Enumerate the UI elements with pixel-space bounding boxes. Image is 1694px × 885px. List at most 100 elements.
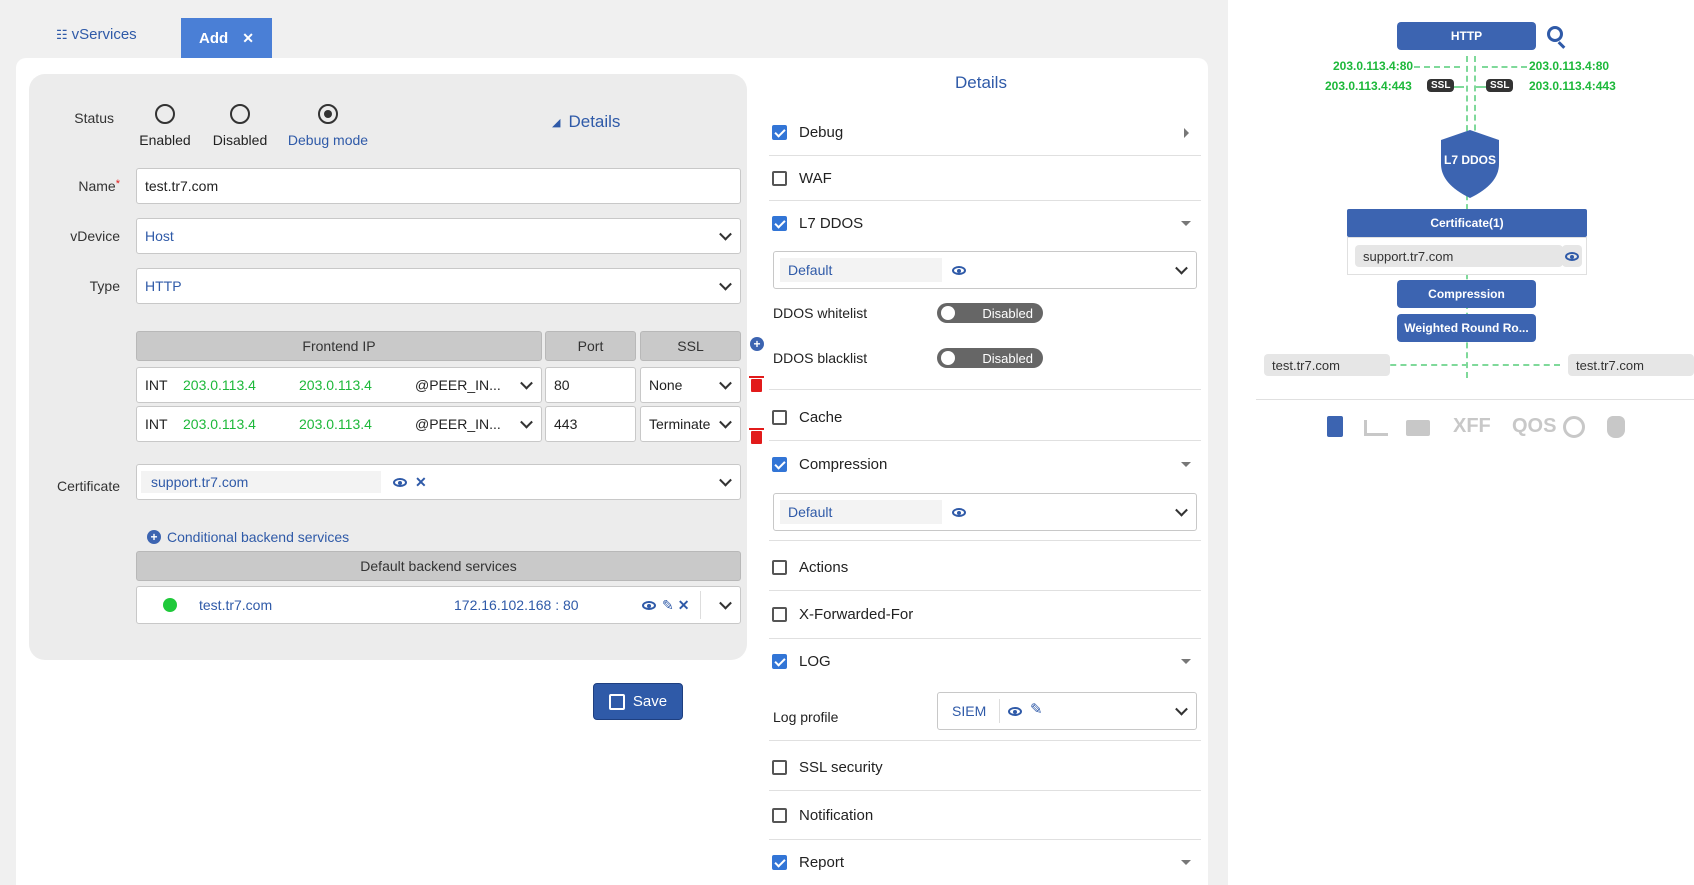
xff-icon[interactable]: XFF [1453,415,1491,438]
divider [769,540,1201,541]
vdevice-value: Host [145,228,174,244]
label: X-Forwarded-For [799,606,914,623]
save-button[interactable]: Save [593,683,683,720]
name-input[interactable]: test.tr7.com [136,168,741,204]
close-icon[interactable]: ✕ [242,30,254,47]
hand-icon[interactable] [1607,416,1625,438]
radio-debug[interactable] [318,104,338,124]
iface: INT [145,377,168,393]
label: Cache [799,409,843,426]
tab-vservices-label: vServices [71,26,137,43]
l7ddos-profile-select[interactable]: Default [773,251,1197,289]
radio-enabled[interactable] [155,104,175,124]
backend-row[interactable]: test.tr7.com 172.16.102.168 : 80 ✎ ✕ [136,586,741,624]
qos-icon[interactable]: QOS [1512,415,1556,438]
trash-icon[interactable] [749,376,764,392]
status-enabled[interactable]: Enabled [135,104,195,148]
right-ip-80: 203.0.113.4:80 [1529,59,1610,73]
label: SSL security [799,759,883,776]
ssl-value: Terminate [649,416,711,432]
add-frontend-icon[interactable]: + [750,337,764,351]
left-ip-80: 203.0.113.4:80 [1333,59,1414,73]
checkbox[interactable] [772,170,787,186]
eye-icon[interactable] [952,508,966,517]
detail-ssl-security[interactable]: SSL security [769,745,1201,791]
status-debug[interactable]: Debug mode [283,104,373,148]
mail-icon[interactable] [1406,420,1430,436]
ddos-blacklist-toggle[interactable]: Disabled [937,348,1043,368]
detail-debug[interactable]: Debug [769,110,1201,156]
eye-icon[interactable] [393,477,407,487]
remove-icon[interactable]: ✕ [415,474,427,491]
detail-notification[interactable]: Notification [769,791,1201,840]
checkbox[interactable] [772,125,787,140]
diagram-weighted-round-robin[interactable]: Weighted Round Ro... [1397,314,1536,342]
tab-vservices[interactable]: ☷ vServices [56,26,137,43]
ssl-select[interactable]: Terminate [640,406,741,442]
checkbox[interactable] [772,760,787,775]
compression-profile-select[interactable]: Default [773,493,1197,531]
checkbox[interactable] [772,807,787,823]
status-dot-icon [163,598,177,612]
ip: 203.0.113.4 [299,377,372,393]
eye-icon[interactable] [952,266,966,275]
tab-add[interactable]: Add ✕ [181,18,272,58]
frontend-row-1[interactable]: INT 203.0.113.4 203.0.113.4 @PEER_IN... [136,367,542,403]
diagram-certificate-header[interactable]: Certificate(1) [1347,209,1587,237]
detail-actions[interactable]: Actions [769,545,1201,591]
remove-icon[interactable]: ✕ [678,597,690,614]
checkbox[interactable] [772,855,787,870]
checkbox[interactable] [772,410,787,425]
collapse-icon[interactable] [1181,860,1191,865]
edit-icon[interactable]: ✎ [1030,700,1043,718]
divider [769,389,1201,390]
diagram-cert-eye[interactable] [1562,245,1582,267]
diagram-compression[interactable]: Compression [1397,280,1536,308]
ddos-blacklist-label: DDOS blacklist [773,350,868,366]
label: L7 DDOS [799,215,864,232]
collapse-icon[interactable] [1181,221,1191,226]
chevron-down-icon [1175,261,1188,275]
radio-disabled[interactable] [230,104,250,124]
checkbox[interactable] [772,456,787,472]
diagram-left-host[interactable]: test.tr7.com [1264,354,1390,376]
search-icon[interactable] [1547,26,1563,42]
detail-xff[interactable]: X-Forwarded-For [769,591,1201,639]
detail-waf[interactable]: WAF [769,156,1201,201]
port-input[interactable]: 80 [545,367,636,403]
ssl-select[interactable]: None [640,367,741,403]
collapse-icon[interactable] [1181,461,1191,467]
detail-compression[interactable]: Compression [769,441,1201,487]
type-select[interactable]: HTTP [136,268,741,304]
history-icon[interactable] [1563,416,1585,438]
checkbox[interactable] [772,654,787,669]
detail-cache[interactable]: Cache [769,395,1201,441]
expand-icon[interactable] [1184,127,1189,138]
conditional-backend-link[interactable]: + Conditional backend services [147,529,349,545]
details-toggle[interactable]: ◢ Details [552,112,620,132]
diagram-right-host[interactable]: test.tr7.com [1568,354,1694,376]
log-profile-select[interactable]: SIEM ✎ [937,692,1197,730]
divider [700,591,701,619]
vdevice-select[interactable]: Host [136,218,741,254]
save-label: Save [632,693,668,710]
detail-log[interactable]: LOG [769,639,1201,684]
collapse-icon[interactable] [1181,659,1191,664]
detail-l7ddos[interactable]: L7 DDOS [769,201,1201,246]
checkbox[interactable] [772,607,787,622]
ddos-whitelist-toggle[interactable]: Disabled [937,303,1043,323]
checkbox[interactable] [772,216,787,231]
detail-report[interactable]: Report [769,840,1201,885]
certificate-select[interactable]: support.tr7.com ✕ [136,464,741,500]
status-disabled[interactable]: Disabled [207,104,273,148]
port-input[interactable]: 443 [545,406,636,442]
diagram-http[interactable]: HTTP [1397,22,1536,50]
document-icon[interactable] [1327,416,1343,437]
trash-icon[interactable] [749,428,764,444]
edit-icon[interactable]: ✎ [662,597,674,614]
frontend-row-2[interactable]: INT 203.0.113.4 203.0.113.4 @PEER_IN... [136,406,542,442]
eye-icon[interactable] [1008,707,1022,716]
chart-icon[interactable] [1364,420,1388,436]
eye-icon[interactable] [642,600,656,610]
checkbox[interactable] [772,560,787,575]
